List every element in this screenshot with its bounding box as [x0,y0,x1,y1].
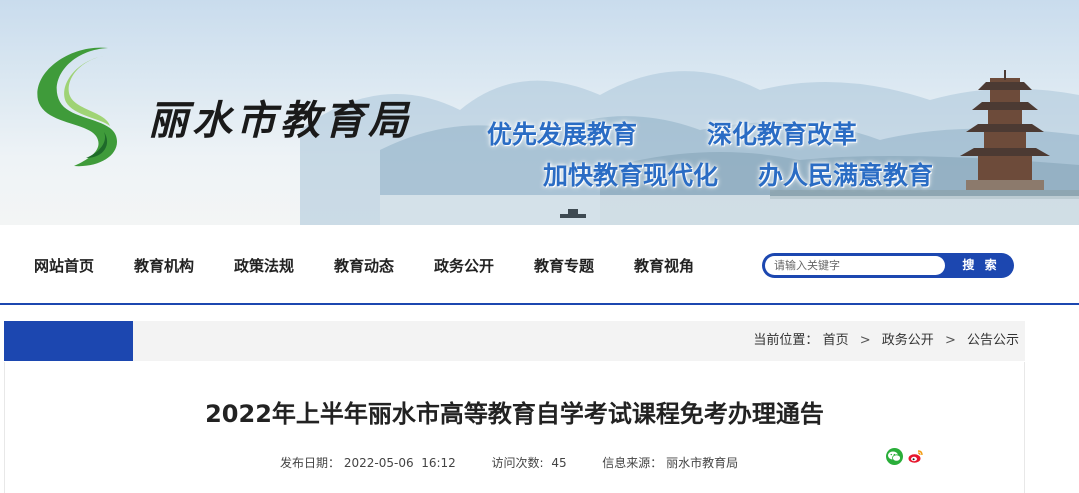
breadcrumb-separator: > [859,333,871,348]
breadcrumb-panel: 当前位置： 首页 > 政务公开 > 公告公示 [4,321,1025,361]
nav-item-topics[interactable]: 教育专题 [514,255,614,276]
breadcrumb-prefix: 当前位置： [753,333,819,348]
publish-date: 2022-05-06 16:12 [343,456,456,470]
search-bar: 搜 索 [762,253,1014,278]
site-title: 丽水市教育局 [148,97,412,144]
slogan-2: 深化教育改革 [707,120,858,149]
nav-item-policies[interactable]: 政策法规 [214,255,314,276]
article-title: 2022年上半年丽水市高等教育自学考试课程免考办理通告 [205,400,824,428]
nav-item-government-affairs[interactable]: 政务公开 [414,255,514,276]
visits-count: 45 [551,456,567,470]
article-header: 2022年上半年丽水市高等教育自学考试课程免考办理通告 发布日期： 2022-0… [0,362,1079,493]
search-input[interactable] [765,256,945,275]
section-tab-block [4,321,133,361]
breadcrumb-bar: 当前位置： 首页 > 政务公开 > 公告公示 [0,305,1079,362]
source-label: 信息来源： [602,456,663,470]
nav-item-news[interactable]: 教育动态 [314,255,414,276]
nav-item-home[interactable]: 网站首页 [14,255,114,276]
slogan-1: 优先发展教育 [487,120,638,149]
main-nav: 网站首页 教育机构 政策法规 教育动态 政务公开 教育专题 教育视角 搜 索 [0,225,1079,305]
wechat-icon[interactable] [886,448,903,465]
search-button[interactable]: 搜 索 [948,253,1014,278]
publish-date-label: 发布日期： [280,456,341,470]
visits-label: 访问次数: [491,456,544,470]
nav-item-perspective[interactable]: 教育视角 [614,255,714,276]
nav-item-institutions[interactable]: 教育机构 [114,255,214,276]
weibo-icon[interactable] [907,448,924,465]
breadcrumb-separator: > [944,333,956,348]
breadcrumb-government-affairs[interactable]: 政务公开 [882,321,934,361]
share-buttons [886,448,924,465]
logo-emblem-icon [37,47,117,167]
slogan-4: 办人民满意教育 [758,161,934,190]
header-banner: 丽水市教育局 优先发展教育 深化教育改革 加快教育现代化 办人民满意教育 [0,0,1079,225]
site-logo[interactable] [30,40,140,180]
article-meta: 发布日期： 2022-05-06 16:12 访问次数: 45 信息来源： 丽水… [280,454,738,471]
slogan-3: 加快教育现代化 [543,161,719,190]
breadcrumb-announcements[interactable]: 公告公示 [967,321,1019,361]
nav-menu: 网站首页 教育机构 政策法规 教育动态 政务公开 教育专题 教育视角 [0,225,714,305]
source-value: 丽水市教育局 [666,456,739,470]
breadcrumb-home[interactable]: 首页 [823,321,849,361]
breadcrumb: 当前位置： 首页 > 政务公开 > 公告公示 [753,321,1019,361]
